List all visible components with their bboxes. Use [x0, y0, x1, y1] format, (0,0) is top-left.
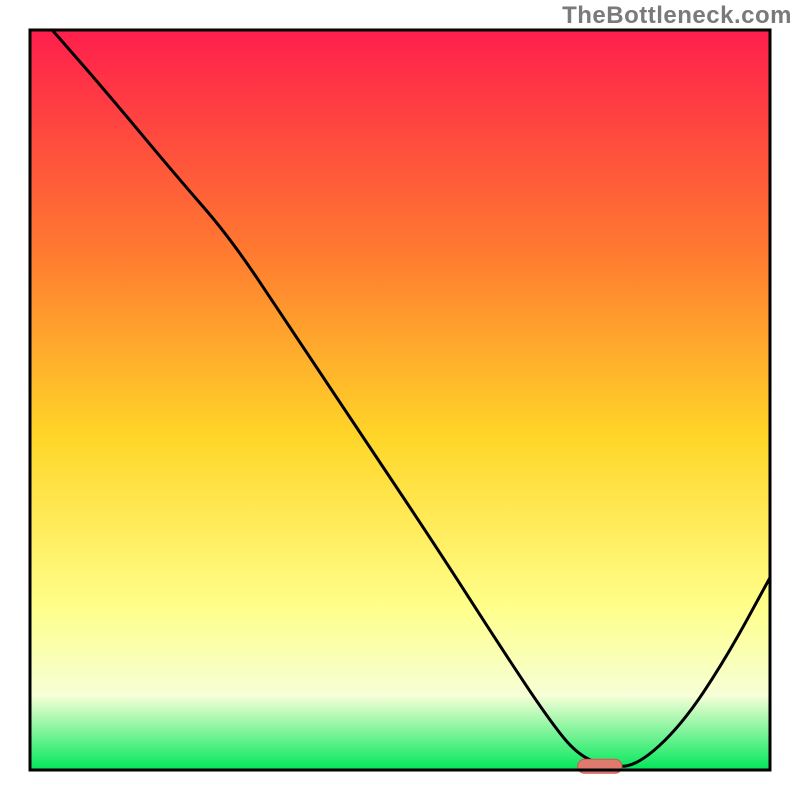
chart-stage: TheBottleneck.com [0, 0, 800, 800]
watermark-text: TheBottleneck.com [562, 2, 792, 30]
bottleneck-chart [0, 0, 800, 800]
plot-background [30, 30, 770, 770]
